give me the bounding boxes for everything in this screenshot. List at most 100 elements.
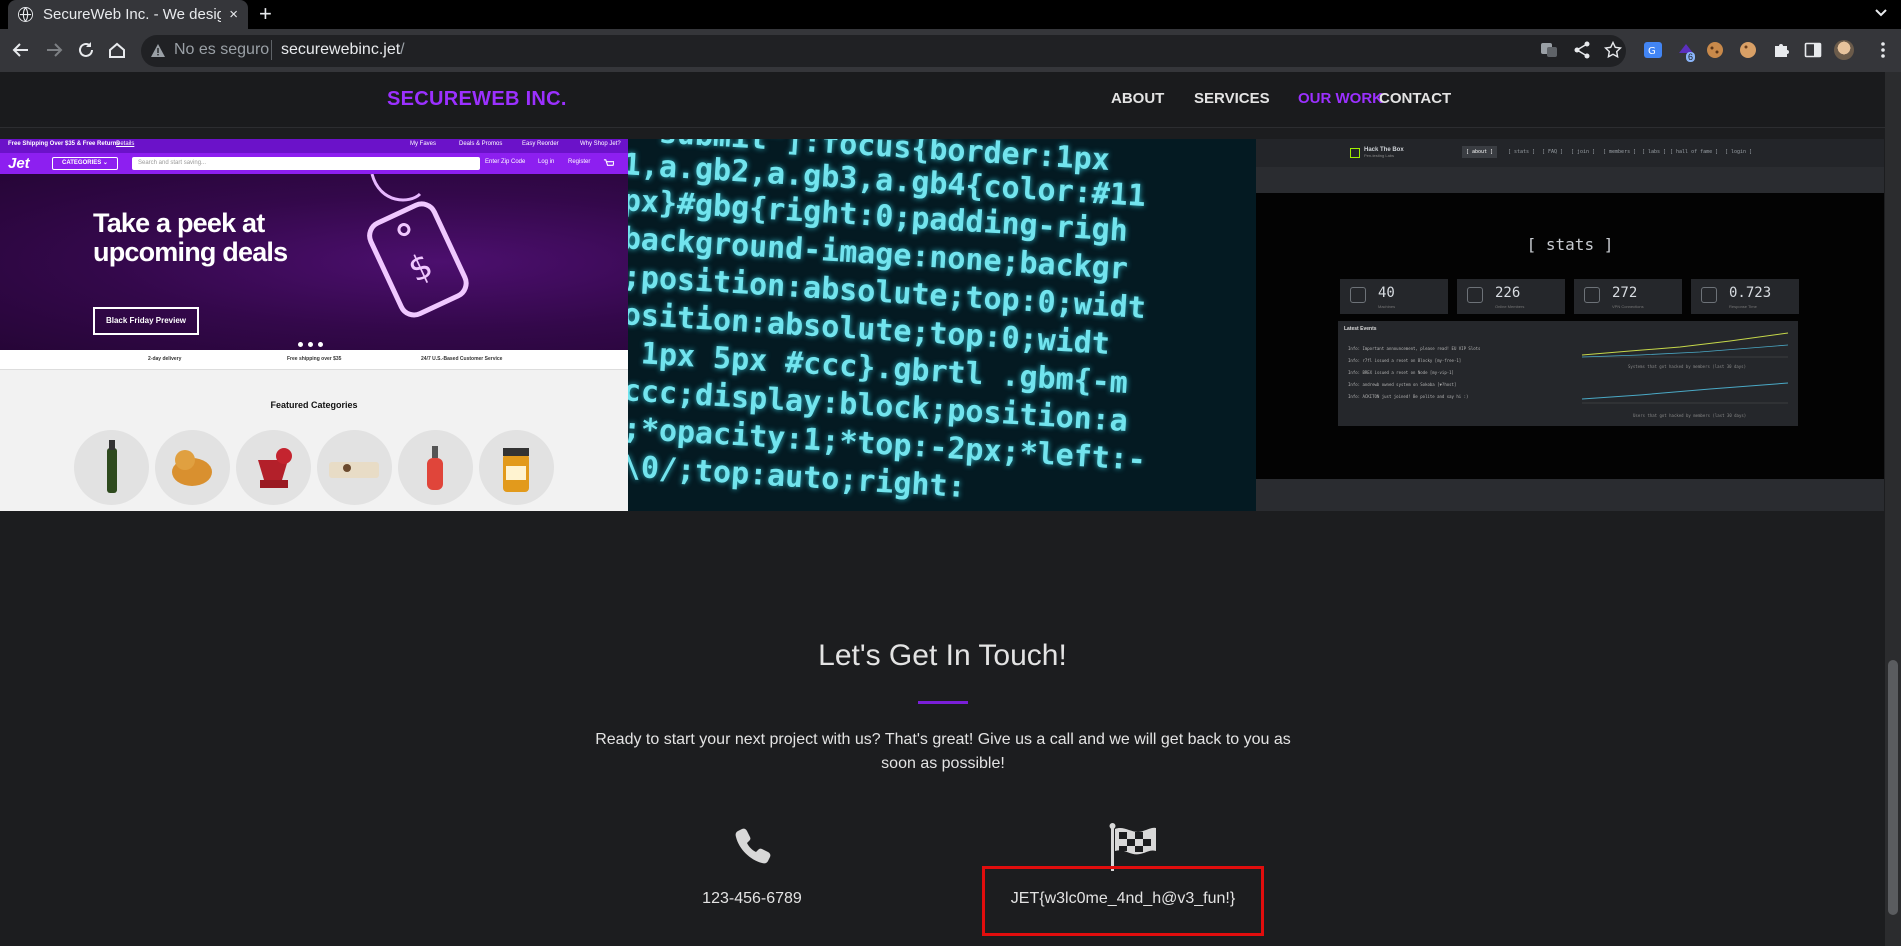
htb-header: Hack The Box Pen-testing Labs [ about ] [… — [1256, 139, 1884, 167]
htb-stat-label: Machines — [1378, 304, 1396, 309]
bookmark-star-icon[interactable] — [1604, 41, 1622, 59]
htb-band — [1256, 479, 1884, 511]
category-vitamins-image — [479, 430, 554, 505]
share-nodes-icon — [1701, 287, 1717, 303]
htb-stat-card: 40 Machines — [1340, 279, 1448, 314]
jet-featured-section: Featured Categories — [0, 370, 628, 511]
jet-promo-text: Free Shipping Over $35 & Free Returns — [8, 141, 120, 147]
jet-benefit: Free shipping over $35 — [287, 356, 342, 362]
flag-text[interactable]: JET{w3lc0me_4nd_h@v3_fun!} — [982, 890, 1264, 908]
close-tab-icon[interactable]: × — [229, 6, 238, 23]
htb-event: Info: Important announcement, please rea… — [1348, 346, 1481, 351]
jet-promo-bar: Free Shipping Over $35 & Free Returns De… — [0, 139, 628, 153]
htb-stat-label: VPN Connections — [1612, 304, 1644, 309]
jet-categories-button: CATEGORIES ⌄ — [52, 157, 118, 170]
users-icon — [1467, 287, 1483, 303]
category-olive-oil-image — [74, 430, 149, 505]
jet-zip: Enter Zip Code — [485, 159, 526, 165]
puzzle-extensions-icon[interactable] — [1772, 41, 1790, 59]
htb-menu-item: [ join ] — [1571, 149, 1596, 155]
htb-logo: Hack The Box Pen-testing Labs — [1364, 147, 1404, 158]
globe-icon — [18, 7, 33, 22]
more-menu-icon[interactable] — [1874, 41, 1892, 59]
portfolio-item-code[interactable]: '+ "submit"]:focus{border:1px gb1,a.gb2,… — [628, 139, 1256, 511]
portfolio-item-htb[interactable]: Hack The Box Pen-testing Labs [ about ] [… — [1256, 139, 1884, 511]
share-icon[interactable] — [1573, 41, 1591, 59]
jet-header: Jet CATEGORIES ⌄ Search and start saving… — [0, 153, 628, 174]
jet-benefit: 24/7 U.S.-Based Customer Service — [421, 356, 503, 362]
network-icon — [1584, 287, 1600, 303]
checkered-flag-icon — [1109, 823, 1156, 871]
site-navbar: SECUREWEB INC. ABOUT SERVICES OUR WORK C… — [0, 72, 1885, 128]
category-soap-image — [398, 430, 473, 505]
htb-logo-icon — [1350, 148, 1360, 158]
portfolio-item-jet[interactable]: Free Shipping Over $35 & Free Returns De… — [0, 139, 628, 511]
url-host: securewebinc.jet — [281, 41, 401, 58]
scrollbar-thumb[interactable] — [1888, 660, 1898, 915]
neon-price-tag-icon: $ — [367, 174, 469, 318]
security-label[interactable]: No es seguro — [174, 41, 269, 59]
htb-stat-label: Online Members — [1495, 304, 1525, 309]
browser-tab-bar: SecureWeb Inc. - We design × + — [0, 0, 1901, 29]
htb-menu-item: [ hall of fame ] — [1670, 149, 1719, 155]
htb-stat-value: 226 — [1495, 285, 1521, 301]
htb-systems-chart — [1581, 332, 1789, 358]
jet-benefit: 2-day delivery — [148, 356, 182, 362]
htb-stat-label: Response Time — [1729, 304, 1757, 309]
htb-menu-item: [ about ] — [1462, 146, 1498, 158]
htb-logo-sub: Pen-testing Labs — [1364, 153, 1395, 158]
jet-login: Log in — [538, 159, 555, 165]
phone-icon — [735, 828, 771, 864]
machine-icon — [1350, 287, 1366, 303]
nav-about[interactable]: ABOUT — [1111, 90, 1164, 107]
htb-band — [1256, 167, 1884, 193]
htb-stat-card: 0.723 Response Time — [1691, 279, 1799, 314]
warning-icon[interactable] — [150, 43, 166, 59]
jet-cart-icon — [603, 159, 614, 166]
browser-tab[interactable]: SecureWeb Inc. - We design × — [8, 0, 248, 29]
phone-number[interactable]: 123-456-6789 — [680, 890, 824, 908]
jet-deals: Deals & Promos — [459, 141, 503, 147]
htb-stat-value: 40 — [1378, 285, 1395, 301]
cookie-editor-icon[interactable] — [1739, 41, 1757, 59]
htb-menu-item: [ labs ] — [1642, 149, 1667, 155]
nav-our-work[interactable]: OUR WORK — [1298, 90, 1383, 107]
htb-stat-card: 226 Online Members — [1457, 279, 1565, 314]
nav-services[interactable]: SERVICES — [1194, 90, 1270, 107]
extension-badge: 6 — [1686, 52, 1696, 62]
jet-easy-reorder: Easy Reorder — [522, 141, 559, 147]
contact-title: Let's Get In Touch! — [818, 639, 1067, 672]
home-icon[interactable] — [107, 40, 127, 60]
site-brand[interactable]: SECUREWEB INC. — [387, 88, 567, 111]
htb-events-panel: Latest Events Info: Important announceme… — [1338, 321, 1798, 426]
url-path: / — [400, 41, 405, 58]
contact-text: Ready to start your next project with us… — [595, 731, 1291, 772]
category-mixer-image — [236, 430, 311, 505]
chevron-down-icon[interactable] — [1873, 4, 1889, 20]
jet-logo: Jet — [8, 155, 30, 172]
nav-contact[interactable]: CONTACT — [1379, 90, 1451, 107]
translate-icon[interactable] — [1540, 41, 1558, 59]
new-tab-button[interactable]: + — [259, 2, 272, 26]
jet-headline: Take a peek at upcoming deals — [93, 208, 288, 267]
url-text[interactable]: securewebinc.jet/ — [281, 41, 405, 59]
back-arrow-icon[interactable] — [11, 40, 31, 60]
htb-events-title: Latest Events — [1344, 326, 1377, 332]
htb-menu-item: [ login ] — [1725, 149, 1753, 155]
web-page: SECUREWEB INC. ABOUT SERVICES OUR WORK C… — [0, 72, 1885, 946]
forward-arrow-icon[interactable] — [44, 40, 64, 60]
jet-benefits-strip: 2-day delivery Free shipping over $35 24… — [0, 350, 628, 370]
google-translate-extension-icon[interactable]: G — [1644, 41, 1662, 59]
category-toy-image — [155, 430, 230, 505]
profile-avatar[interactable] — [1834, 40, 1854, 60]
reload-icon[interactable] — [76, 40, 96, 60]
htb-menu-item: [ members ] — [1603, 149, 1637, 155]
htb-stats-title: [ stats ] — [1526, 235, 1614, 254]
side-panel-icon[interactable] — [1804, 41, 1822, 59]
htb-event: Info: ACKITON just joined! Be polite and… — [1348, 394, 1469, 399]
htb-event: Info: andrewb owned system on Sokoba [▼?… — [1348, 382, 1457, 387]
svg-text:$: $ — [402, 245, 439, 290]
jet-register: Register — [568, 159, 591, 165]
jet-why-shop: Why Shop Jet? — [580, 141, 621, 147]
cookie-extension-icon[interactable] — [1706, 41, 1724, 59]
